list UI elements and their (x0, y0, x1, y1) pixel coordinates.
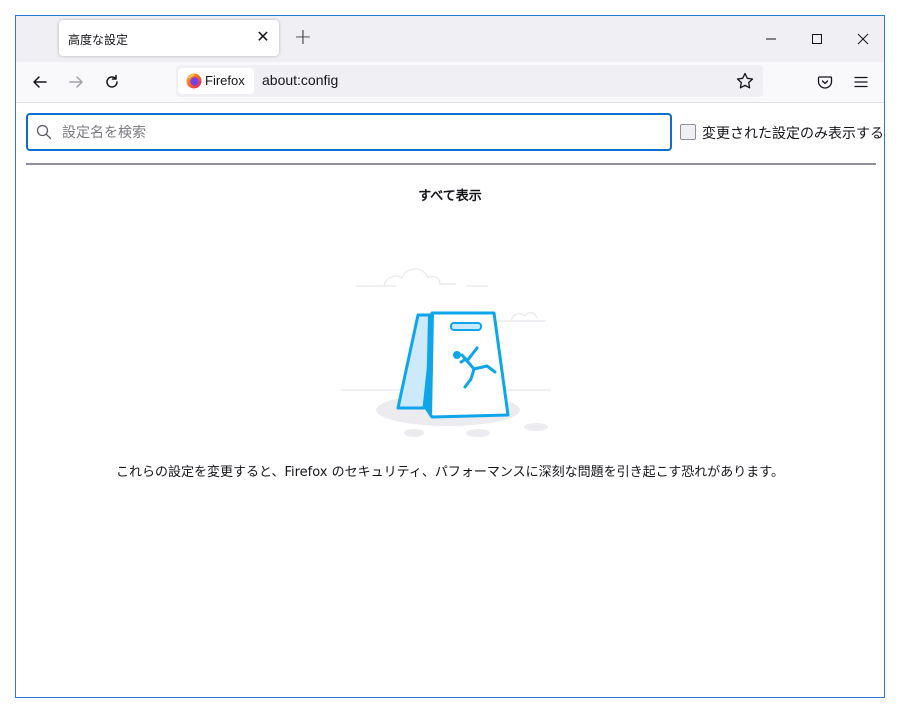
minimize-icon (766, 38, 776, 40)
warning-message: これらの設定を変更すると、Firefox のセキュリティ、パフォーマンスに深刻な… (115, 465, 785, 480)
navigation-toolbar: Firefox about:config (16, 62, 884, 103)
modified-only-checkbox[interactable] (680, 124, 696, 140)
maximize-icon (812, 34, 822, 44)
close-icon[interactable]: ✕ (253, 27, 273, 47)
identity-label: Firefox (205, 73, 245, 88)
firefox-logo-icon (186, 73, 202, 89)
url-text[interactable]: about:config (262, 72, 338, 88)
forward-button[interactable] (60, 66, 92, 98)
reload-button[interactable] (96, 66, 128, 98)
search-icon (36, 124, 52, 140)
menu-button[interactable] (845, 66, 877, 98)
title-bar: 高度な設定 ✕ + (16, 16, 884, 62)
back-arrow-icon (33, 76, 47, 88)
pocket-icon (817, 76, 833, 89)
tab-advanced-preferences[interactable]: 高度な設定 ✕ (59, 20, 279, 56)
back-button[interactable] (24, 66, 56, 98)
pocket-button[interactable] (809, 66, 841, 98)
search-input[interactable] (60, 121, 664, 145)
identity-box[interactable]: Firefox (178, 68, 254, 94)
close-icon (857, 33, 869, 45)
new-tab-button[interactable]: + (292, 27, 314, 49)
forward-arrow-icon (69, 76, 83, 88)
minimize-button[interactable] (748, 16, 794, 62)
reload-icon (106, 74, 118, 88)
browser-window: 高度な設定 ✕ + Firefox about:config 設定名を検索 変更… (15, 15, 885, 698)
url-bar[interactable]: Firefox about:config (176, 65, 763, 97)
modified-only-label[interactable]: 変更された設定のみ表示する (702, 123, 884, 143)
show-all-button[interactable]: すべて表示 (16, 185, 884, 204)
search-box[interactable] (26, 113, 672, 151)
about-config-page: 変更された設定のみ表示する すべて表示 (16, 103, 884, 697)
divider (26, 163, 876, 165)
hamburger-menu-icon (854, 76, 868, 88)
warning-illustration (341, 268, 551, 437)
close-window-button[interactable] (840, 16, 886, 62)
modified-only-filter[interactable]: 変更された設定のみ表示する (680, 123, 884, 143)
maximize-button[interactable] (794, 16, 840, 62)
tab-title: 高度な設定 (68, 33, 129, 47)
bookmark-star-icon[interactable] (735, 71, 755, 91)
